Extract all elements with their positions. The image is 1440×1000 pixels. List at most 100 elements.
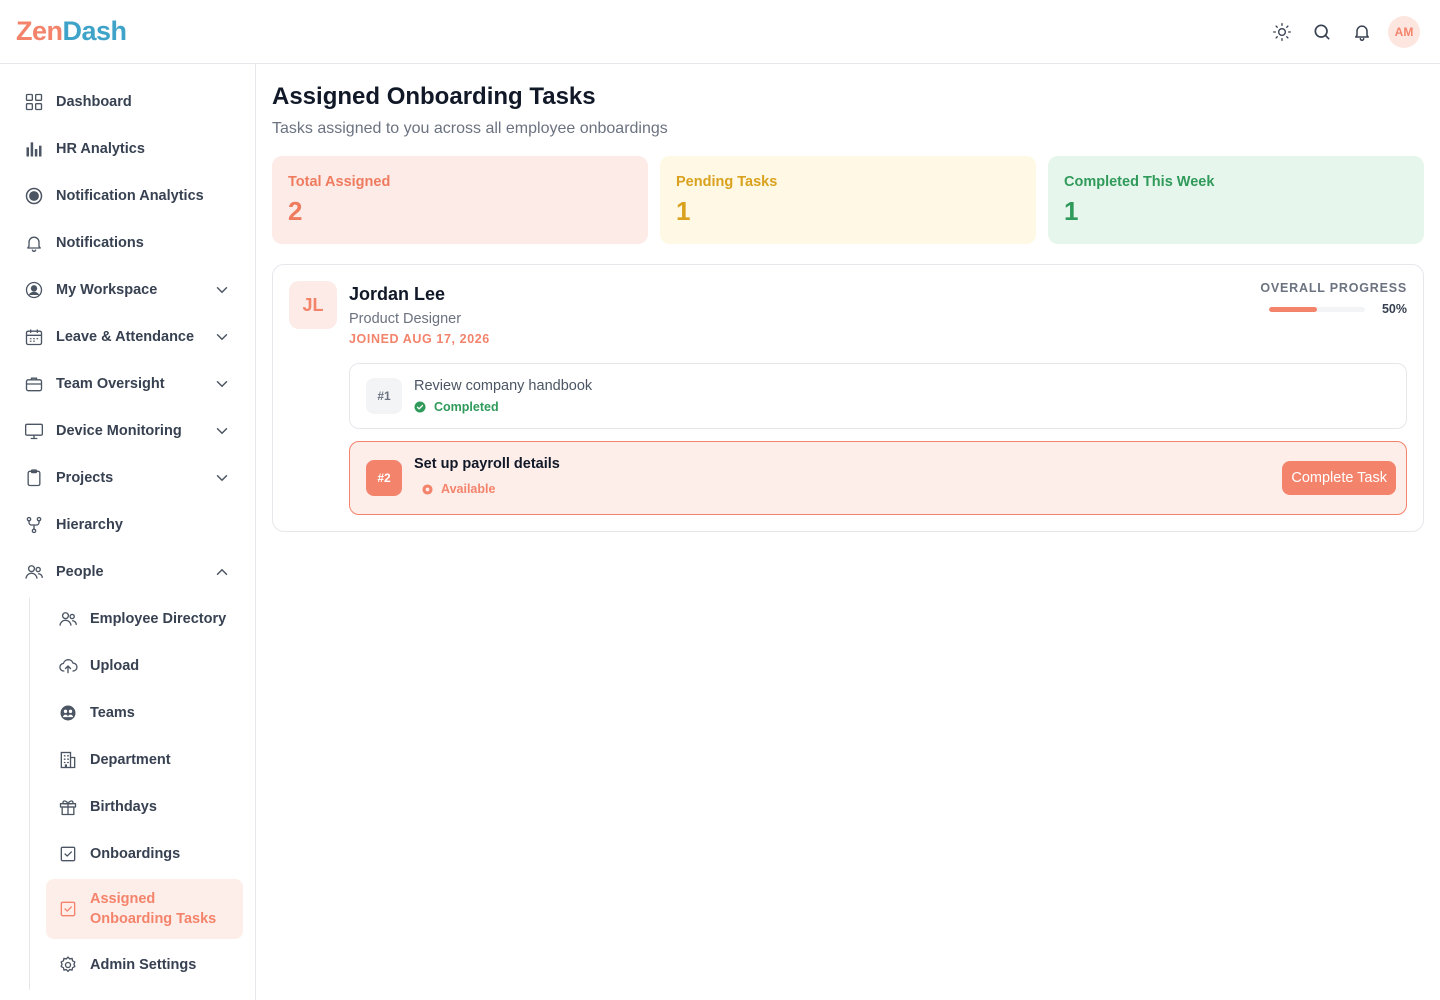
task-row-completed: #1 Review company handbook Completed [349,363,1407,429]
logo[interactable]: ZenDash [16,16,127,47]
stat-label: Pending Tasks [676,174,778,190]
available-dot-icon [422,483,433,495]
chevron-up-icon[interactable] [213,563,231,581]
progress-label: OVERALL PROGRESS [1260,281,1407,295]
chevron-down-icon[interactable] [213,375,231,393]
task-status-text: Completed [434,400,499,414]
sidebar-item-label: Hierarchy [56,517,123,533]
sidebar-item-label: Dashboard [56,94,132,110]
sidebar-item-notifications[interactable]: Notifications [12,223,243,263]
sidebar-item-label: My Workspace [56,282,158,298]
sidebar-subitem-birthdays[interactable]: Birthdays [46,787,243,827]
sidebar-subitem-onboardings[interactable]: Onboardings [46,834,243,874]
search-icon[interactable] [1306,16,1338,48]
logo-text-part2: Dash [62,16,128,46]
sidebar-item-leave-attendance[interactable]: Leave & Attendance [12,317,243,357]
sidebar-subitem-department[interactable]: Department [46,740,243,780]
progress-bar-fill [1269,307,1317,312]
sidebar-item-label: Onboardings [90,846,181,862]
sidebar-item-label: Upload [90,658,140,674]
sidebar-item-hierarchy[interactable]: Hierarchy [12,505,243,545]
chevron-down-icon[interactable] [213,328,231,346]
sidebar-item-label: Device Monitoring [56,423,182,439]
sidebar-item-label: Leave & Attendance [56,329,195,345]
employee-role: Product Designer [349,311,462,327]
sidebar-subitem-upload[interactable]: Upload [46,646,243,686]
sidebar-item-label: Birthdays [90,799,157,815]
bell-icon [24,233,44,253]
employee-avatar: JL [289,281,337,329]
stat-label: Completed This Week [1064,174,1215,190]
users-icon [58,609,78,629]
sidebar-subitem-assigned-onboarding-tasks[interactable]: Assigned Onboarding Tasks [46,879,243,939]
sidebar-item-label: People [56,564,104,580]
clipboard-icon [24,468,44,488]
gear-icon [58,955,78,975]
sidebar-subitem-teams[interactable]: Teams [46,693,243,733]
task-row-available: #2 Set up payroll details Available Comp… [349,441,1407,515]
top-bar: ZenDash AM [0,0,1440,64]
employee-onboarding-card: JL Jordan Lee Product Designer JOINED AU… [272,264,1424,532]
stat-value: 1 [1064,196,1079,226]
sidebar-item-label: Admin Settings [90,957,197,973]
employee-joined-date: JOINED AUG 17, 2026 [349,332,490,346]
stat-card-completed-this-week: Completed This Week 1 [1048,156,1424,244]
bar-chart-icon [24,139,44,159]
employee-name: Jordan Lee [349,284,446,304]
task-title: Set up payroll details [414,456,560,472]
main-content: Assigned Onboarding Tasks Tasks assigned… [256,64,1440,1000]
sidebar-item-label: HR Analytics [56,141,145,157]
user-avatar[interactable]: AM [1388,16,1420,48]
task-title: Review company handbook [414,378,593,394]
task-number: #2 [366,460,402,496]
task-status-text: Available [441,482,496,496]
grid-icon [24,92,44,112]
users-icon [24,562,44,582]
header-actions: AM [1266,16,1420,48]
progress-bar [1269,307,1365,312]
task-status: Available [422,482,495,496]
task-number: #1 [366,378,402,414]
chevron-down-icon[interactable] [213,281,231,299]
complete-task-button[interactable]: Complete Task [1282,461,1396,495]
hierarchy-icon [24,515,44,535]
gift-icon [58,797,78,817]
cloud-upload-icon [58,656,78,676]
sidebar-subitem-employee-directory[interactable]: Employee Directory [46,599,243,639]
sidebar-item-label: Notification Analytics [56,188,204,204]
target-icon [24,186,44,206]
sidebar-item-my-workspace[interactable]: My Workspace [12,270,243,310]
sidebar-item-label: Team Oversight [56,376,165,392]
chevron-down-icon[interactable] [213,422,231,440]
check-square-icon [58,844,78,864]
sidebar-item-team-oversight[interactable]: Team Oversight [12,364,243,404]
logo-text-part1: Zen [16,16,63,46]
chevron-down-icon[interactable] [213,469,231,487]
sidebar-item-label: Teams [90,705,135,721]
stat-value: 2 [288,196,303,226]
page-subtitle: Tasks assigned to you across all employe… [272,120,668,137]
theme-sun-icon[interactable] [1266,16,1298,48]
sidebar-item-notification-analytics[interactable]: Notification Analytics [12,176,243,216]
user-circle-icon [24,280,44,300]
page-title: Assigned Onboarding Tasks [272,83,596,110]
sidebar-item-hr-analytics[interactable]: HR Analytics [12,129,243,169]
stat-card-total-assigned: Total Assigned 2 [272,156,648,244]
sidebar-item-label: Department [90,752,171,768]
bell-icon[interactable] [1346,16,1378,48]
task-status: Completed [414,400,499,414]
progress-percent: 50% [1381,302,1407,316]
sidebar-item-people[interactable]: People [12,552,243,592]
sidebar-item-projects[interactable]: Projects [12,458,243,498]
sidebar-item-label: Notifications [56,235,144,251]
submenu-guide-line [29,598,30,990]
teams-icon [58,703,78,723]
sidebar-item-label: Assigned Onboarding Tasks [90,891,217,927]
stat-card-pending-tasks: Pending Tasks 1 [660,156,1036,244]
building-icon [58,750,78,770]
sidebar-item-label: Employee Directory [90,611,227,627]
sidebar-subitem-admin-settings[interactable]: Admin Settings [46,945,243,985]
sidebar-item-device-monitoring[interactable]: Device Monitoring [12,411,243,451]
check-square-icon [58,899,78,919]
sidebar-item-dashboard[interactable]: Dashboard [12,82,243,122]
